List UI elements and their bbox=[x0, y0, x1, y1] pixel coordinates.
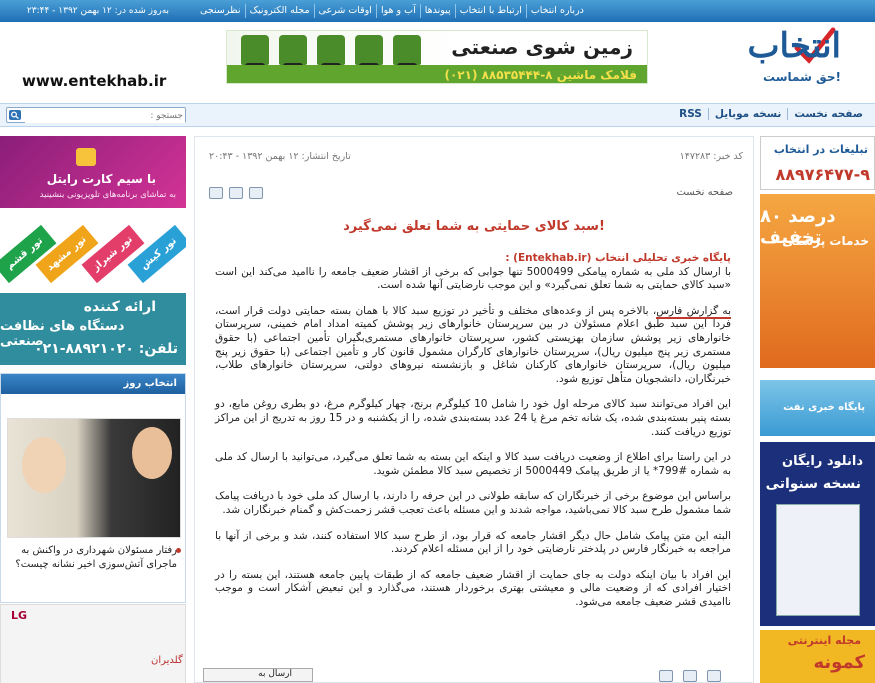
komooneh-line1: مجله اینترنتی bbox=[787, 634, 861, 647]
article-panel: کد خبر: ۱۴۷۲۸۳ تاریخ انتشار: ۱۲ بهمن ۱۳۹… bbox=[194, 136, 754, 683]
machine-image bbox=[279, 35, 307, 69]
lg-brand: LG bbox=[11, 609, 28, 622]
advertise-title: تبلیغات در انتخاب bbox=[773, 143, 868, 156]
cleaning-ad[interactable]: ارائه کننده دستگاه های نظافت صنعتی تلفن:… bbox=[0, 293, 186, 365]
top-link-weather[interactable]: آب و هوا bbox=[375, 4, 420, 18]
article-paragraph: این افراد با بیان اینکه دولت به جای حمای… bbox=[215, 568, 731, 608]
fars-link[interactable]: به گزارش فارس bbox=[656, 304, 731, 319]
komooneh-ad[interactable]: مجله اینترنتی کمونه bbox=[760, 630, 875, 683]
site-logo[interactable]: انتخاب حق شماست! bbox=[747, 26, 843, 90]
free-download-ad[interactable]: دانلود رایگان نسخه سنواتی bbox=[760, 442, 875, 626]
medical-ad-subtitle: خدمات پزشکی bbox=[782, 234, 869, 248]
banner-title: زمین شوی صنعتی bbox=[451, 35, 633, 59]
article-title: سبد کالای حمایتی به شما تعلق نمی‌گیرد! bbox=[343, 219, 605, 234]
advertise-box[interactable]: تبلیغات در انتخاب ۸۸۹۷۶۴۷۷-۹ bbox=[760, 136, 875, 190]
share-button[interactable]: ارسال به bbox=[203, 668, 313, 682]
article-paragraph: ، بالاخره پس از وعده‌های مختلف و تأخیر د… bbox=[215, 304, 731, 385]
logo-tagline: حق شماست! bbox=[763, 70, 841, 84]
breadcrumb[interactable]: صفحه نخست bbox=[676, 187, 733, 198]
download-ad-line2: نسخه سنواتی bbox=[765, 476, 861, 492]
article-paragraph: در این راستا برای اطلاع از وضعیت دریافت … bbox=[215, 451, 731, 477]
nav-home[interactable]: صفحه نخست bbox=[787, 108, 869, 120]
goldiran-brand: گلدیران bbox=[151, 655, 183, 666]
article-body: پایگاه خبری تحلیلی انتخاب (Entekhab.ir) … bbox=[215, 252, 731, 621]
oil-news-text: پایگاه خبری نفت bbox=[783, 402, 865, 413]
main-nav-bar: صفحه نخست نسخه موبایل RSS bbox=[0, 103, 875, 127]
top-link-poll[interactable]: نظرسنجی bbox=[196, 4, 245, 18]
chosen-today-caption[interactable]: رفتار مسئولان شهرداری در واکنش به ماجرای… bbox=[7, 544, 177, 572]
download-ad-line1: دانلود رایگان bbox=[781, 454, 863, 469]
top-link-about[interactable]: درباره انتخاب bbox=[525, 4, 588, 18]
machine-image bbox=[355, 35, 383, 69]
nav-mobile[interactable]: نسخه موبایل bbox=[707, 108, 788, 120]
update-date: به‌روز شده در: ۱۲ بهمن ۱۳۹۲ - ۲۳:۴۴ bbox=[26, 6, 170, 16]
banner-phone: فلامک ماشین ۸-۸۸۵۳۵۴۴۴ (۰۲۱) bbox=[444, 68, 637, 82]
top-link-links[interactable]: پیوندها bbox=[419, 4, 455, 18]
komooneh-line2: کمونه bbox=[813, 652, 866, 673]
cleaning-ad-phone: تلفن: ۸۸۹۲۱۰۲۰-۰۲۱ bbox=[34, 341, 178, 357]
chosen-today-header: انتخاب روز bbox=[1, 374, 185, 394]
machine-image bbox=[317, 35, 345, 69]
email-icon[interactable] bbox=[229, 187, 243, 199]
print-icon[interactable] bbox=[209, 187, 223, 199]
article-tools bbox=[209, 187, 263, 199]
save-icon[interactable] bbox=[249, 187, 263, 199]
rightel-ad[interactable]: با سیم کارت رایتل به تماشای برنامه‌های ت… bbox=[0, 136, 186, 208]
site-header: انتخاب حق شماست! زمین شوی صنعتی فلامک ما… bbox=[0, 22, 875, 100]
magazine-cover-image bbox=[776, 504, 860, 616]
article-paragraph: براساس این موضوع برخی از خبرنگاران که سا… bbox=[215, 490, 731, 516]
tv-icon bbox=[76, 148, 96, 166]
article-source: پایگاه خبری تحلیلی انتخاب (Entekhab.ir) … bbox=[505, 252, 731, 264]
search-icon[interactable] bbox=[9, 110, 21, 120]
medical-discount-ad[interactable]: ۸۰ درصد تخفیف خدمات پزشکی bbox=[760, 194, 875, 368]
email-icon[interactable] bbox=[683, 670, 697, 682]
site-url[interactable]: www.entekhab.ir bbox=[22, 72, 166, 90]
print-icon[interactable] bbox=[659, 670, 673, 682]
rightel-ad-subtitle: به تماشای برنامه‌های تلویزیونی بنشینید bbox=[39, 190, 176, 200]
oil-news-ad[interactable]: پایگاه خبری نفت bbox=[760, 380, 875, 436]
advertise-phone: ۸۸۹۷۶۴۷۷-۹ bbox=[775, 165, 870, 184]
top-link-prayer-times[interactable]: اوقات شرعی bbox=[313, 4, 376, 18]
save-icon[interactable] bbox=[707, 670, 721, 682]
portrait-left bbox=[22, 437, 66, 493]
top-nav: درباره انتخاب ارتباط با انتخاب پیوندها آ… bbox=[196, 0, 588, 22]
publish-date: تاریخ انتشار: ۱۲ بهمن ۱۳۹۲ - ۲۰:۴۳ bbox=[209, 151, 351, 162]
search-input[interactable] bbox=[25, 109, 185, 123]
machine-image bbox=[393, 35, 421, 69]
tour-ad[interactable]: تور قشم تور مشهد تور کیش تور شیراز bbox=[0, 216, 186, 288]
article-lead: با ارسال کد ملی به شماره پیامکی 5000499 … bbox=[215, 265, 731, 292]
news-code: کد خبر: ۱۴۷۲۸۳ bbox=[679, 151, 743, 162]
machine-image bbox=[241, 35, 269, 69]
rightel-ad-title: با سیم کارت رایتل bbox=[46, 172, 156, 186]
header-ad-banner[interactable]: زمین شوی صنعتی فلامک ماشین ۸-۸۸۵۳۵۴۴۴ (۰… bbox=[226, 30, 648, 84]
top-bar: به‌روز شده در: ۱۲ بهمن ۱۳۹۲ - ۲۳:۴۴ دربا… bbox=[0, 0, 875, 22]
chosen-today-photo[interactable] bbox=[7, 418, 181, 538]
cleaning-ad-line1: ارائه کننده bbox=[83, 299, 156, 315]
portrait-right bbox=[132, 427, 172, 479]
search-box bbox=[6, 107, 186, 123]
logo-text: انتخاب bbox=[747, 26, 843, 66]
top-link-emagazine[interactable]: مجله الکترونیک bbox=[244, 4, 314, 18]
chosen-today-box: انتخاب روز رفتار مسئولان شهرداری در واکن… bbox=[0, 373, 186, 603]
article-paragraph: البته این متن پیامک شامل حال دیگر اقشار … bbox=[215, 529, 731, 556]
lg-ad[interactable]: LG گلدیران bbox=[0, 604, 186, 683]
article-tools-bottom bbox=[659, 670, 721, 682]
article-paragraph: این افراد می‌توانند سبد کالای مرحله اول … bbox=[215, 398, 731, 438]
nav-rss[interactable]: RSS bbox=[673, 108, 708, 120]
main-nav: صفحه نخست نسخه موبایل RSS bbox=[673, 108, 869, 120]
top-link-contact[interactable]: ارتباط با انتخاب bbox=[454, 4, 526, 18]
